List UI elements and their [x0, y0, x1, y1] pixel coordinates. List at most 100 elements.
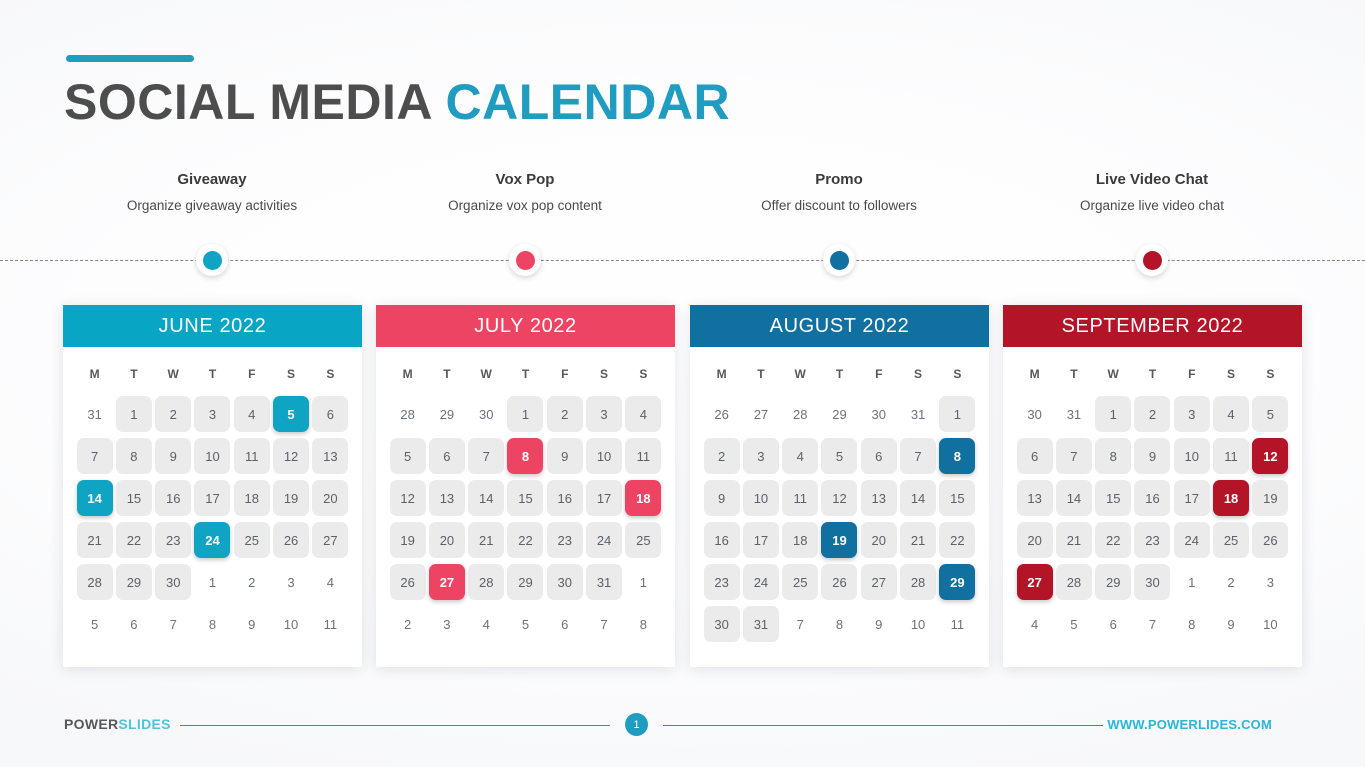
day-cell[interactable]: 25 — [233, 522, 270, 558]
day-cell[interactable]: 8 — [1095, 438, 1132, 474]
day-cell[interactable]: 31 — [1056, 396, 1092, 432]
day-cell[interactable]: 4 — [1213, 396, 1250, 432]
day-cell[interactable]: 17 — [742, 522, 779, 558]
day-cell[interactable]: 10 — [586, 438, 623, 474]
day-cell[interactable]: 3 — [586, 396, 623, 432]
day-cell[interactable]: 30 — [1134, 564, 1171, 600]
day-cell[interactable]: 13 — [312, 438, 349, 474]
timeline-item-1[interactable]: Vox Pop Organize vox pop content — [375, 170, 675, 276]
day-cell[interactable]: 31 — [586, 564, 623, 600]
day-cell[interactable]: 15 — [507, 480, 544, 516]
timeline-item-0[interactable]: Giveaway Organize giveaway activities — [62, 170, 362, 276]
day-cell[interactable]: 23 — [703, 564, 740, 600]
day-cell-highlighted[interactable]: 27 — [428, 564, 465, 600]
day-cell[interactable]: 28 — [468, 564, 505, 600]
day-cell[interactable]: 21 — [900, 522, 937, 558]
day-cell[interactable]: 8 — [821, 606, 857, 642]
day-cell[interactable]: 23 — [155, 522, 192, 558]
day-cell[interactable]: 29 — [429, 396, 465, 432]
day-cell[interactable]: 27 — [312, 522, 349, 558]
day-cell[interactable]: 26 — [821, 564, 858, 600]
day-cell[interactable]: 30 — [1017, 396, 1053, 432]
day-cell[interactable]: 17 — [1173, 480, 1210, 516]
day-cell[interactable]: 6 — [1095, 606, 1131, 642]
day-cell[interactable]: 4 — [782, 438, 819, 474]
day-cell[interactable]: 7 — [782, 606, 818, 642]
day-cell[interactable]: 5 — [1056, 606, 1092, 642]
day-cell[interactable]: 2 — [1213, 564, 1249, 600]
day-cell[interactable]: 3 — [429, 606, 465, 642]
day-cell[interactable]: 19 — [389, 522, 426, 558]
day-cell[interactable]: 6 — [428, 438, 465, 474]
day-cell[interactable]: 11 — [1213, 438, 1250, 474]
day-cell[interactable]: 1 — [625, 564, 661, 600]
day-cell[interactable]: 29 — [115, 564, 152, 600]
day-cell[interactable]: 13 — [860, 480, 897, 516]
day-cell[interactable]: 20 — [1016, 522, 1053, 558]
day-cell[interactable]: 30 — [703, 606, 740, 642]
timeline-item-3[interactable]: Live Video Chat Organize live video chat — [1002, 170, 1302, 276]
day-cell-highlighted[interactable]: 8 — [939, 438, 976, 474]
day-cell[interactable]: 29 — [507, 564, 544, 600]
day-cell[interactable]: 11 — [625, 438, 662, 474]
day-cell[interactable]: 29 — [1095, 564, 1132, 600]
day-cell[interactable]: 10 — [273, 606, 309, 642]
day-cell[interactable]: 9 — [155, 438, 192, 474]
day-cell[interactable]: 20 — [860, 522, 897, 558]
day-cell[interactable]: 31 — [900, 396, 936, 432]
day-cell[interactable]: 23 — [546, 522, 583, 558]
day-cell[interactable]: 11 — [312, 606, 348, 642]
day-cell[interactable]: 14 — [1055, 480, 1092, 516]
day-cell[interactable]: 26 — [273, 522, 310, 558]
day-cell[interactable]: 26 — [1252, 522, 1289, 558]
day-cell[interactable]: 7 — [900, 438, 937, 474]
day-cell[interactable]: 13 — [1016, 480, 1053, 516]
day-cell[interactable]: 3 — [742, 438, 779, 474]
day-cell[interactable]: 15 — [939, 480, 976, 516]
day-cell[interactable]: 2 — [546, 396, 583, 432]
day-cell[interactable]: 28 — [390, 396, 426, 432]
day-cell[interactable]: 6 — [1016, 438, 1053, 474]
day-cell[interactable]: 15 — [115, 480, 152, 516]
day-cell[interactable]: 8 — [115, 438, 152, 474]
day-cell[interactable]: 25 — [625, 522, 662, 558]
day-cell[interactable]: 1 — [194, 564, 230, 600]
day-cell[interactable]: 22 — [115, 522, 152, 558]
day-cell[interactable]: 2 — [390, 606, 426, 642]
day-cell[interactable]: 13 — [428, 480, 465, 516]
day-cell[interactable]: 11 — [233, 438, 270, 474]
day-cell-highlighted[interactable]: 24 — [194, 522, 231, 558]
day-cell[interactable]: 7 — [155, 606, 191, 642]
day-cell[interactable]: 1 — [939, 396, 976, 432]
day-cell[interactable]: 24 — [1173, 522, 1210, 558]
day-cell[interactable]: 22 — [507, 522, 544, 558]
day-cell[interactable]: 16 — [155, 480, 192, 516]
day-cell[interactable]: 26 — [389, 564, 426, 600]
day-cell[interactable]: 6 — [860, 438, 897, 474]
day-cell[interactable]: 23 — [1134, 522, 1171, 558]
day-cell[interactable]: 14 — [468, 480, 505, 516]
day-cell[interactable]: 17 — [194, 480, 231, 516]
day-cell[interactable]: 2 — [703, 438, 740, 474]
day-cell[interactable]: 3 — [273, 564, 309, 600]
day-cell[interactable]: 1 — [1095, 396, 1132, 432]
day-cell[interactable]: 30 — [468, 396, 504, 432]
day-cell-highlighted[interactable]: 18 — [625, 480, 662, 516]
day-cell[interactable]: 25 — [782, 564, 819, 600]
day-cell[interactable]: 1 — [1174, 564, 1210, 600]
day-cell[interactable]: 7 — [468, 438, 505, 474]
day-cell-highlighted[interactable]: 19 — [821, 522, 858, 558]
day-cell-highlighted[interactable]: 29 — [939, 564, 976, 600]
day-cell[interactable]: 10 — [1173, 438, 1210, 474]
day-cell[interactable]: 26 — [704, 396, 740, 432]
day-cell[interactable]: 27 — [743, 396, 779, 432]
day-cell[interactable]: 15 — [1095, 480, 1132, 516]
day-cell[interactable]: 4 — [468, 606, 504, 642]
day-cell[interactable]: 18 — [782, 522, 819, 558]
day-cell[interactable]: 28 — [900, 564, 937, 600]
day-cell[interactable]: 19 — [1252, 480, 1289, 516]
day-cell[interactable]: 8 — [1174, 606, 1210, 642]
day-cell-highlighted[interactable]: 12 — [1252, 438, 1289, 474]
day-cell[interactable]: 21 — [76, 522, 113, 558]
day-cell[interactable]: 4 — [312, 564, 348, 600]
